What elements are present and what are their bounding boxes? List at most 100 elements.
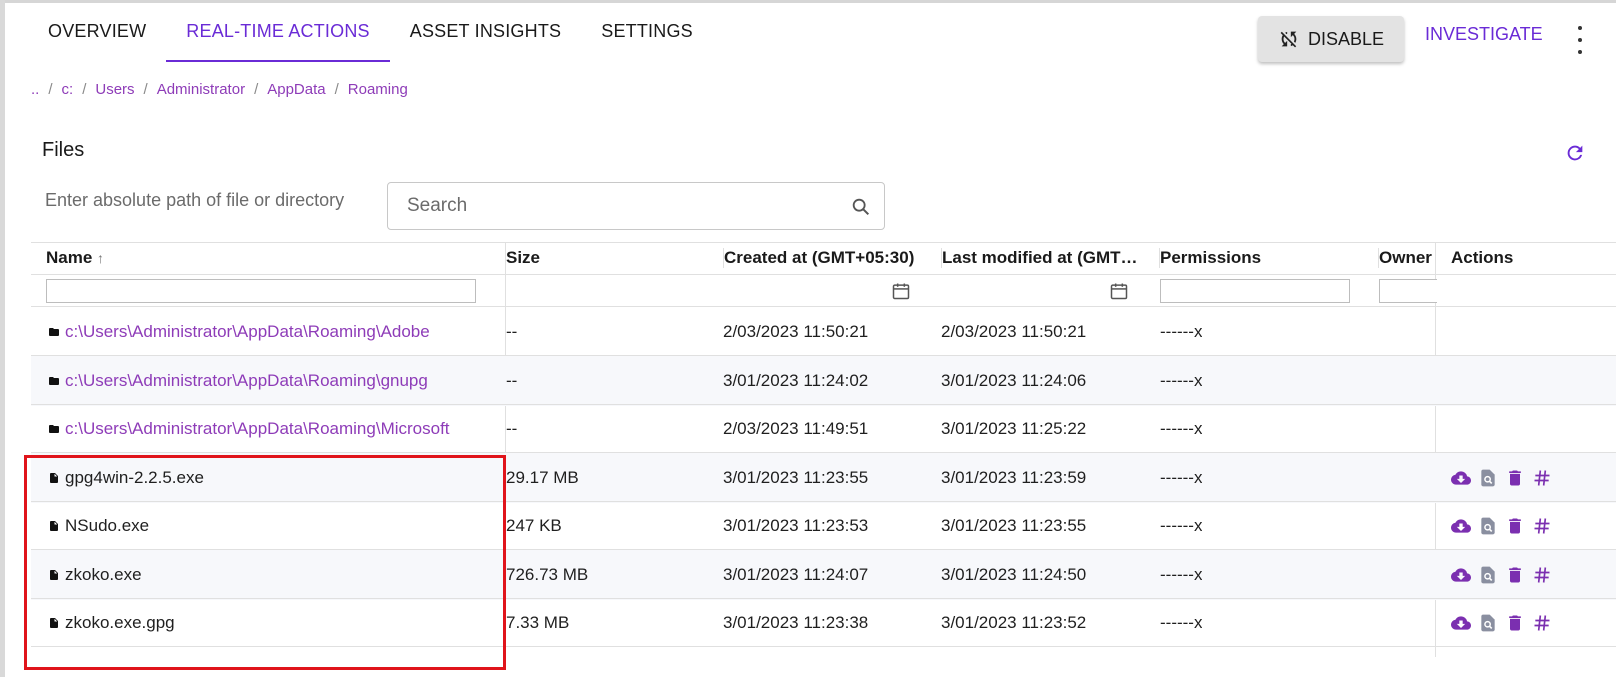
permissions-cell: ------x xyxy=(1160,467,1203,487)
download-icon[interactable] xyxy=(1451,613,1471,633)
sync-disabled-icon xyxy=(1280,31,1297,48)
permissions-cell: ------x xyxy=(1160,516,1203,535)
permissions-cell: ------x xyxy=(1160,564,1203,584)
size-cell: 7.33 MB xyxy=(506,613,570,632)
tab-bar: OVERVIEW REAL-TIME ACTIONS ASSET INSIGHT… xyxy=(28,14,713,62)
inspect-icon[interactable] xyxy=(1478,613,1498,633)
folder-icon xyxy=(49,425,59,433)
file-icon xyxy=(50,521,58,531)
column-header-actions: Actions xyxy=(1451,248,1514,267)
breadcrumb-administrator[interactable]: Administrator xyxy=(157,81,245,98)
folder-link[interactable]: c:\Users\Administrator\AppData\Roaming\g… xyxy=(65,356,428,406)
window-top-edge xyxy=(0,0,1616,3)
created-cell: 3/01/2023 11:24:07 xyxy=(723,564,869,584)
breadcrumb-roaming[interactable]: Roaming xyxy=(348,81,408,98)
folder-row[interactable]: c:\Users\Administrator\AppData\Roaming\A… xyxy=(31,307,1616,357)
delete-icon[interactable] xyxy=(1505,565,1525,585)
disable-button-label: DISABLE xyxy=(1307,28,1385,49)
more-options-icon[interactable] xyxy=(1574,26,1586,54)
permissions-cell: ------x xyxy=(1160,370,1203,390)
size-cell: -- xyxy=(506,419,518,438)
modified-cell: 3/01/2023 11:24:06 xyxy=(941,370,1087,390)
delete-icon[interactable] xyxy=(1505,613,1525,633)
disable-button[interactable]: DISABLE xyxy=(1258,16,1404,62)
folder-row[interactable]: c:\Users\Administrator\AppData\Roaming\g… xyxy=(31,355,1616,406)
row-actions xyxy=(1451,501,1552,551)
created-cell: 3/01/2023 11:23:53 xyxy=(723,516,869,535)
tab-real-time-actions[interactable]: REAL-TIME ACTIONS xyxy=(166,14,391,62)
file-name: zkoko.exe xyxy=(65,564,142,584)
name-cell: gpg4win-2.2.5.exe xyxy=(31,453,501,503)
hash-icon[interactable] xyxy=(1532,565,1552,585)
modified-cell: 3/01/2023 11:24:50 xyxy=(941,564,1087,584)
name-cell: zkoko.exe xyxy=(31,550,501,600)
owner-filter-input[interactable] xyxy=(1379,279,1437,303)
modified-cell: 3/01/2023 11:23:55 xyxy=(941,516,1087,535)
inspect-icon[interactable] xyxy=(1478,468,1498,488)
column-header-name[interactable]: Name ↑ xyxy=(46,242,104,274)
file-name: gpg4win-2.2.5.exe xyxy=(65,467,204,487)
hash-icon[interactable] xyxy=(1532,613,1552,633)
column-header-permissions[interactable]: Permissions xyxy=(1160,242,1261,274)
folder-link[interactable]: c:\Users\Administrator\AppData\Roaming\A… xyxy=(65,307,430,357)
tab-asset-insights[interactable]: ASSET INSIGHTS xyxy=(390,14,582,62)
row-actions xyxy=(1451,453,1552,503)
permissions-cell: ------x xyxy=(1160,322,1203,341)
created-cell: 3/01/2023 11:23:38 xyxy=(723,613,869,632)
hash-icon[interactable] xyxy=(1532,468,1552,488)
permissions-filter-input[interactable] xyxy=(1160,279,1350,303)
row-divider xyxy=(31,646,1616,647)
file-row[interactable]: NSudo.exe 247 KB 3/01/2023 11:23:53 3/01/20… xyxy=(31,501,1616,551)
column-header-modified[interactable]: Last modified at (GMT… xyxy=(942,242,1142,274)
folder-link[interactable]: c:\Users\Administrator\AppData\Roaming\M… xyxy=(65,404,450,454)
window-left-edge xyxy=(0,0,5,677)
tab-settings[interactable]: SETTINGS xyxy=(581,14,713,62)
breadcrumb-parent[interactable]: .. xyxy=(31,81,39,98)
search-box xyxy=(387,182,885,230)
size-cell: -- xyxy=(506,370,518,390)
size-cell: -- xyxy=(506,322,518,341)
row-actions xyxy=(1451,550,1552,600)
sort-ascending-icon[interactable]: ↑ xyxy=(97,250,104,266)
files-table: Name ↑ Size Created at (GMT+05:30) Last … xyxy=(31,242,1616,657)
name-cell: zkoko.exe.gpg xyxy=(31,598,501,648)
calendar-icon[interactable] xyxy=(891,281,911,301)
delete-icon[interactable] xyxy=(1505,468,1525,488)
permissions-cell: ------x xyxy=(1160,419,1203,438)
hash-icon[interactable] xyxy=(1532,516,1552,536)
folder-icon xyxy=(49,328,59,336)
file-row[interactable]: zkoko.exe 726.73 MB 3/01/2023 11:24:07 3/01… xyxy=(31,549,1616,600)
file-row[interactable]: gpg4win-2.2.5.exe 29.17 MB 3/01/2023 11:23… xyxy=(31,452,1616,503)
breadcrumb-drive[interactable]: c: xyxy=(62,81,74,98)
file-icon xyxy=(50,618,58,628)
created-cell: 2/03/2023 11:50:21 xyxy=(723,322,869,341)
column-header-owner[interactable]: Owner xyxy=(1379,242,1432,274)
inspect-icon[interactable] xyxy=(1478,516,1498,536)
name-filter-input[interactable] xyxy=(46,279,476,303)
column-header-created[interactable]: Created at (GMT+05:30) xyxy=(724,242,914,274)
investigate-button[interactable]: INVESTIGATE xyxy=(1425,24,1543,45)
column-header-size[interactable]: Size xyxy=(506,242,540,274)
download-icon[interactable] xyxy=(1451,468,1471,488)
size-cell: 726.73 MB xyxy=(506,564,589,584)
delete-icon[interactable] xyxy=(1505,516,1525,536)
folder-row[interactable]: c:\Users\Administrator\AppData\Roaming\M… xyxy=(31,404,1616,454)
breadcrumb-users[interactable]: Users xyxy=(95,81,134,98)
inspect-icon[interactable] xyxy=(1478,565,1498,585)
tab-overview[interactable]: OVERVIEW xyxy=(28,14,166,62)
search-icon[interactable] xyxy=(850,196,872,218)
created-cell: 3/01/2023 11:24:02 xyxy=(723,370,869,390)
size-cell: 247 KB xyxy=(506,516,562,535)
file-row[interactable]: zkoko.exe.gpg 7.33 MB 3/01/2023 11:23:38 3/… xyxy=(31,598,1616,648)
created-cell: 2/03/2023 11:49:51 xyxy=(723,419,869,438)
search-input[interactable] xyxy=(405,194,829,218)
breadcrumb-appdata[interactable]: AppData xyxy=(267,81,325,98)
file-icon xyxy=(50,472,58,483)
download-icon[interactable] xyxy=(1451,565,1471,585)
download-icon[interactable] xyxy=(1451,516,1471,536)
modified-cell: 3/01/2023 11:23:52 xyxy=(941,613,1087,632)
refresh-icon[interactable] xyxy=(1564,142,1586,164)
calendar-icon[interactable] xyxy=(1109,281,1129,301)
file-icon xyxy=(50,569,58,580)
created-cell: 3/01/2023 11:23:55 xyxy=(723,467,869,487)
